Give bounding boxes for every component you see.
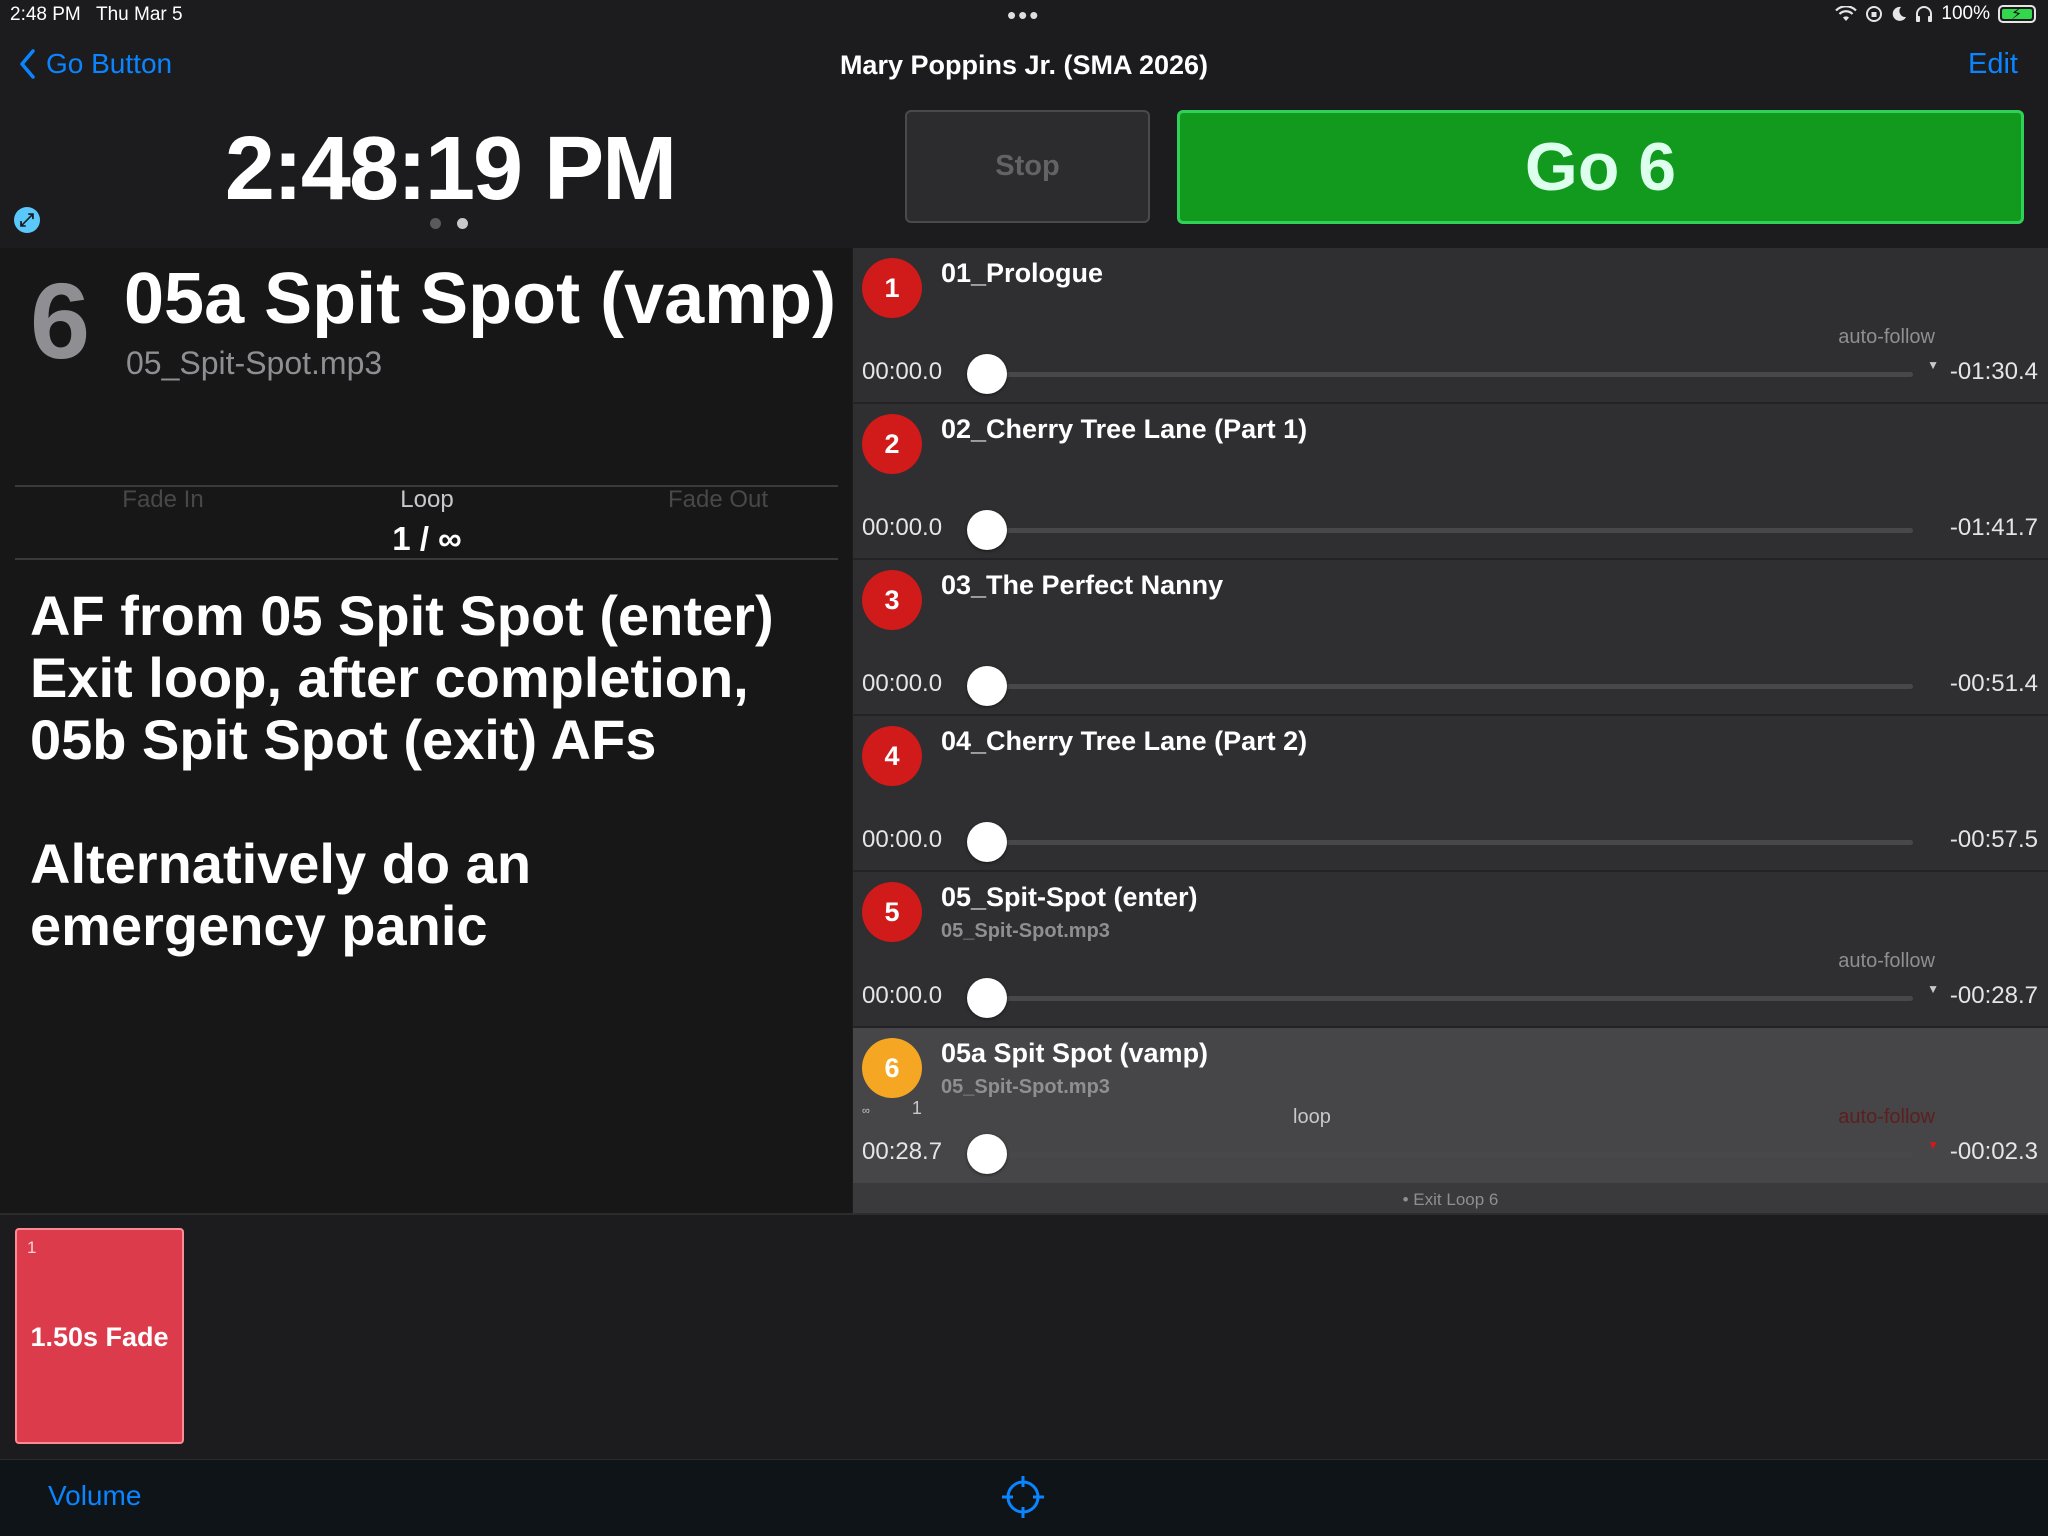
scrub-handle[interactable] [967,666,1007,706]
cue-row[interactable]: 1 01_Prologue auto-follow 00:00.0 ▼ -01:… [853,248,2048,404]
page-indicator[interactable] [430,218,468,229]
go-button[interactable]: Go 6 [1177,110,2024,224]
cue-parameters: Fade In Loop 1 / ∞ Fade Out [15,486,838,558]
cue-notes: AF from 05 Spit Spot (enter) Exit loop, … [30,584,774,957]
wifi-icon [1835,6,1858,21]
cue-row[interactable]: 2 02_Cherry Tree Lane (Part 1) 00:00.0 -… [853,404,2048,560]
moon-icon [1893,6,1907,21]
multitasking-dots[interactable]: ••• [1007,0,1040,31]
cue-row[interactable]: 3 03_The Perfect Nanny 00:00.0 -00:51.4 [853,560,2048,716]
crosshair-icon[interactable] [1000,1474,1046,1520]
status-time: 2:48 PM [10,4,81,25]
fade-out-param[interactable]: Fade Out [588,486,848,514]
cue-list[interactable]: 1 01_Prologue auto-follow 00:00.0 ▼ -01:… [853,248,2048,1213]
current-cue-file: 05_Spit-Spot.mp3 [126,345,383,381]
elapsed-time: 00:00.0 [862,826,943,853]
cue-name: 04_Cherry Tree Lane (Part 2) [941,726,1308,756]
cue-name: 03_The Perfect Nanny [941,570,1224,600]
clock-display: 2:48:19 PM [224,119,677,219]
scrub-handle[interactable] [967,510,1007,550]
cue-row-active[interactable]: 6 05a Spit Spot (vamp) 05_Spit-Spot.mp3 … [853,1028,2048,1188]
progress-track [983,684,1913,689]
auto-follow-label: auto-follow [1838,1106,1935,1128]
page-dot-active [457,218,468,229]
elapsed-time: 00:00.0 [862,358,943,385]
elapsed-time: 00:00.0 [862,514,943,541]
page-dot [430,218,441,229]
cue-name: 01_Prologue [941,258,1104,288]
end-marker-icon: ▼ [1927,982,1939,996]
cue-name: 02_Cherry Tree Lane (Part 1) [941,414,1308,444]
end-marker-icon: ▼ [1927,1138,1939,1152]
cue-number-badge: 3 [862,570,922,630]
tile-label: 1.50s Fade [30,1322,169,1352]
elapsed-time: 00:00.0 [862,982,943,1009]
progress-track [983,840,1913,845]
headphones-icon [1916,6,1933,22]
cue-row[interactable]: 4 04_Cherry Tree Lane (Part 2) 00:00.0 -… [853,716,2048,872]
loop-value: 1 / ∞ [392,520,462,557]
cue-name: 05_Spit-Spot (enter) [941,882,1198,912]
loop-label: Loop [400,486,454,513]
end-marker-icon: ▼ [1927,358,1939,372]
cue-number-badge: 2 [862,414,922,474]
fade-in-param[interactable]: Fade In [33,486,293,514]
orientation-lock-icon [1866,6,1883,22]
loop-label: loop [1293,1106,1331,1128]
scrub-handle[interactable] [967,1134,1007,1174]
workspace-title: Mary Poppins Jr. (SMA 2026) [839,50,1209,80]
elapsed-time: 00:00.0 [862,670,943,697]
scrub-handle[interactable] [967,978,1007,1018]
cue-row[interactable]: 5 05_Spit-Spot (enter) 05_Spit-Spot.mp3 … [853,872,2048,1028]
cue-file: 05_Spit-Spot.mp3 [941,1076,1110,1098]
cue-number-badge: 6 [862,1038,922,1098]
status-date: Thu Mar 5 [96,4,183,25]
cue-number-badge: 4 [862,726,922,786]
loop-counter: ∞ 1 [862,1098,922,1119]
volume-button[interactable]: Volume [48,1480,141,1512]
status-bar: 2:48 PM Thu Mar 5 ••• 100% ⚡ [0,0,2048,32]
fade-action-tile[interactable]: 1 1.50s Fade [15,1228,184,1444]
progress-track [983,372,1913,377]
remaining-time: -00:02.3 [1949,1138,2038,1165]
action-grid [0,1213,2048,1459]
remaining-time: -01:30.4 [1949,358,2038,385]
exit-loop-label[interactable]: • Exit Loop 6 [853,1183,2048,1213]
remaining-time: -00:28.7 [1949,982,2038,1009]
cue-number-badge: 1 [862,258,922,318]
progress-track [983,1152,1913,1157]
loop-count-value: 1 [911,1098,922,1118]
auto-follow-label: auto-follow [1838,326,1935,348]
fade-in-label: Fade In [122,486,204,513]
remaining-time: -00:51.4 [1949,670,2038,697]
cue-number-badge: 5 [862,882,922,942]
cue-name: 05a Spit Spot (vamp) [941,1038,1209,1068]
scrub-handle[interactable] [967,354,1007,394]
cue-file: 05_Spit-Spot.mp3 [941,920,1110,942]
battery-percent: 100% [1941,3,1990,24]
progress-track [983,996,1913,1001]
loop-param[interactable]: Loop 1 / ∞ [297,486,557,558]
elapsed-time: 00:28.7 [862,1138,943,1165]
remaining-time: -00:57.5 [1949,826,2038,853]
tile-number: 1 [27,1238,37,1257]
remaining-time: -01:41.7 [1949,514,2038,541]
current-cue-number: 6 [30,260,91,381]
edit-button[interactable]: Edit [1968,48,2018,81]
progress-track [983,528,1913,533]
current-cue-name: 05a Spit Spot (vamp) [124,259,837,339]
fade-out-label: Fade Out [667,486,769,513]
divider [15,558,838,560]
auto-follow-label: auto-follow [1838,950,1935,972]
status-icons: 100% ⚡ [1835,3,2036,25]
scrub-handle[interactable] [967,822,1007,862]
infinity-icon: ∞ [862,1105,870,1117]
battery-icon: ⚡ [1998,5,2036,23]
expand-arrows-icon[interactable]: ⤢ [14,207,40,233]
stop-button[interactable]: Stop [905,110,1150,223]
